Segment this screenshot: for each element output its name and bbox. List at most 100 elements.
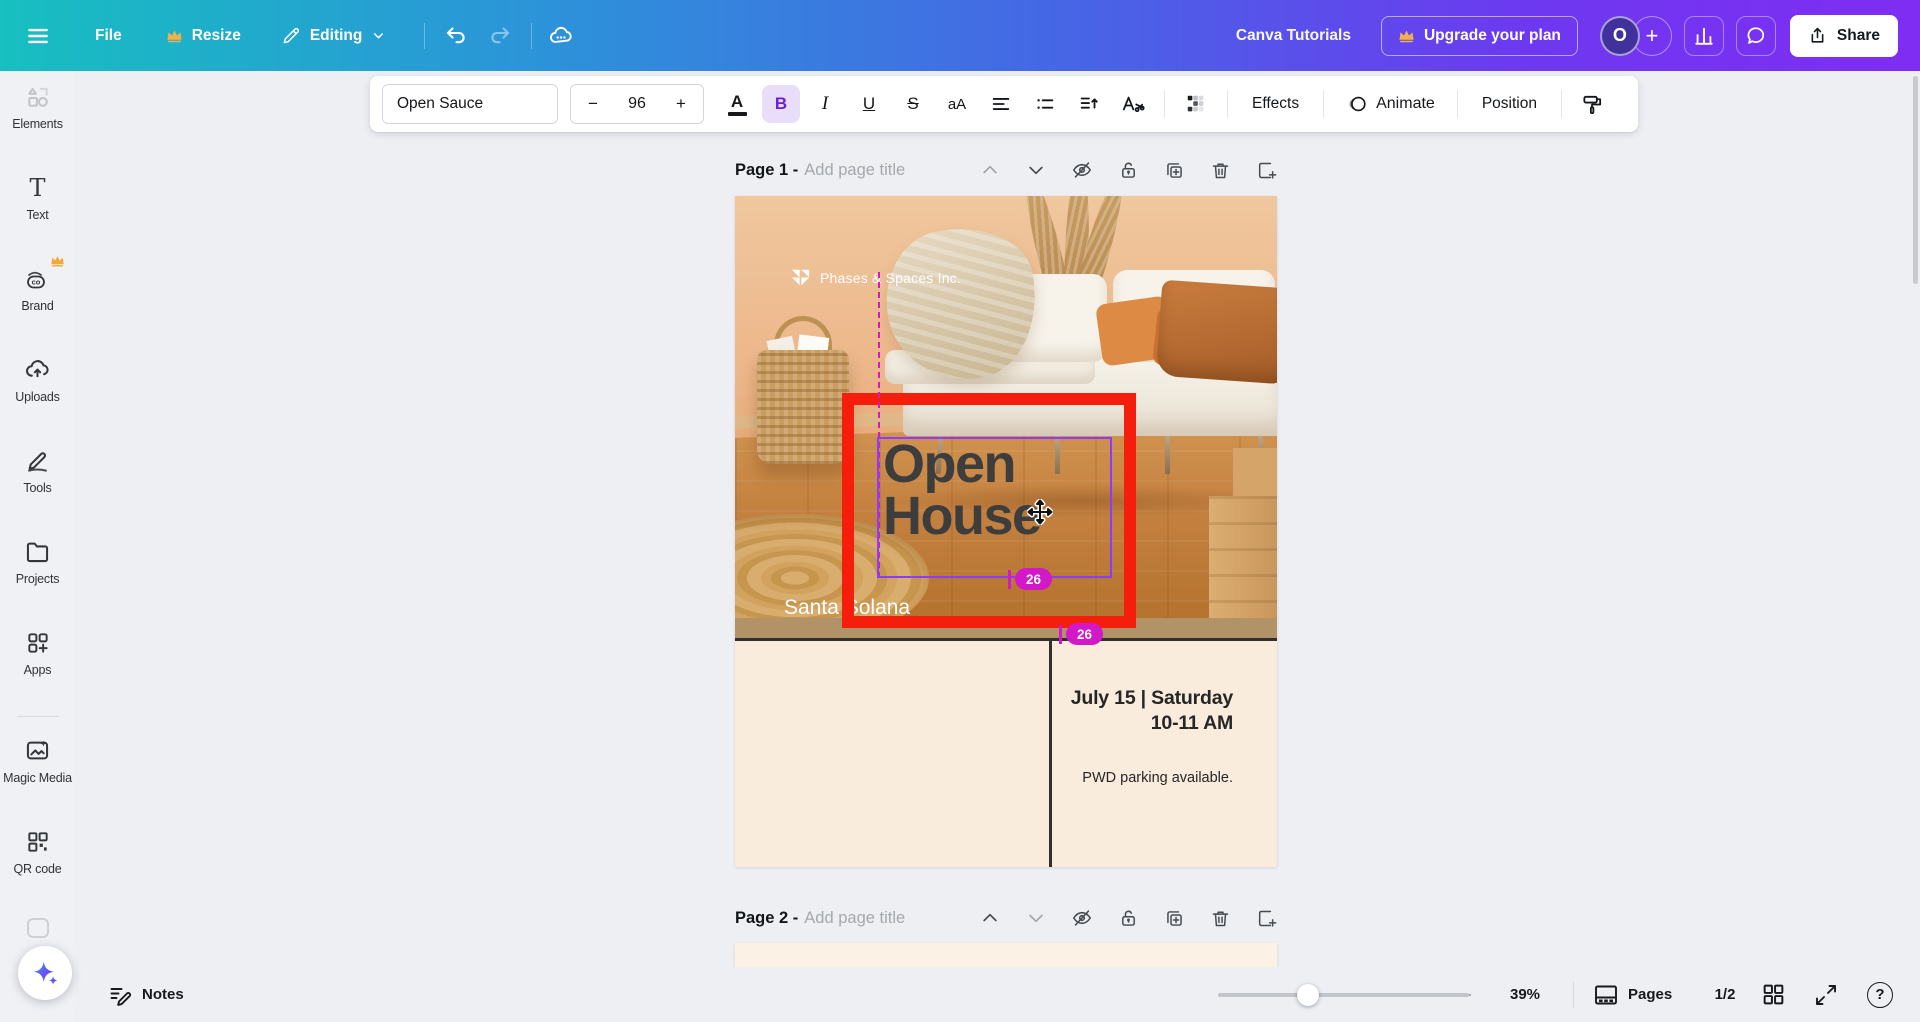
undo-icon xyxy=(444,24,468,48)
eye-off-icon xyxy=(1071,907,1093,929)
duplicate-page-button[interactable] xyxy=(1163,159,1185,181)
text-color-letter: A xyxy=(731,93,743,110)
trash-icon xyxy=(1210,908,1231,929)
underline-button[interactable]: U xyxy=(850,85,888,123)
text-settings-button[interactable] xyxy=(1114,85,1152,123)
bold-button[interactable]: B xyxy=(762,85,800,123)
zoom-slider-track[interactable] xyxy=(1218,993,1469,997)
page2-canvas[interactable] xyxy=(735,943,1277,969)
divider xyxy=(424,23,425,49)
zoom-level[interactable]: 39% xyxy=(1480,967,1570,1022)
font-size-increase-button[interactable]: + xyxy=(672,94,690,114)
list-button[interactable] xyxy=(1026,85,1064,123)
main-menu-button[interactable] xyxy=(21,19,55,53)
spacing-button[interactable] xyxy=(1070,85,1108,123)
design-brand-lockup[interactable]: Phases & Spaces Inc. xyxy=(790,268,961,287)
design-parking-note[interactable]: PWD parking available. xyxy=(1082,770,1233,786)
upload-cloud-icon xyxy=(24,356,51,383)
transparency-button[interactable] xyxy=(1177,85,1215,123)
redo-button[interactable] xyxy=(483,19,517,53)
page1-title[interactable]: Page 1 - Add page title xyxy=(735,161,905,180)
sidebar-item-projects[interactable]: Projects xyxy=(0,526,75,617)
chevron-down-icon xyxy=(1026,908,1046,928)
hamburger-icon xyxy=(25,23,51,49)
sidebar-item-tools[interactable]: Tools xyxy=(0,435,75,526)
canva-assistant-button[interactable] xyxy=(18,946,72,1000)
copy-style-button[interactable] xyxy=(1574,85,1612,123)
current-color-swatch xyxy=(728,112,747,116)
sidebar-item-magic-media[interactable]: Magic Media xyxy=(0,725,75,816)
move-page-down-button[interactable] xyxy=(1025,159,1047,181)
page2-title[interactable]: Page 2 - Add page title xyxy=(735,909,905,928)
delete-page-button[interactable] xyxy=(1209,159,1231,181)
resize-button[interactable]: Resize xyxy=(166,27,241,45)
duplicate-page-button[interactable] xyxy=(1163,907,1185,929)
move-page-up-button[interactable] xyxy=(979,907,1001,929)
file-menu-button[interactable]: File xyxy=(95,27,122,45)
cream-section xyxy=(735,641,1277,867)
italic-glyph: I xyxy=(822,93,828,115)
animate-button[interactable]: Animate xyxy=(1336,93,1445,115)
upgrade-plan-button[interactable]: Upgrade your plan xyxy=(1381,16,1578,56)
selection-bounding-box[interactable] xyxy=(877,437,1112,578)
page1-header: Page 1 - Add page title xyxy=(735,155,1277,185)
page1-canvas[interactable]: Phases & Spaces Inc. Santa Solana July 1… xyxy=(735,196,1277,867)
lock-page-button[interactable] xyxy=(1117,907,1139,929)
folder-icon xyxy=(24,538,51,565)
grid-view-button[interactable] xyxy=(1761,967,1786,1022)
page-title-placeholder[interactable]: Add page title xyxy=(804,909,905,928)
alignment-button[interactable] xyxy=(982,85,1020,123)
share-button[interactable]: Share xyxy=(1790,15,1898,57)
add-page-button[interactable] xyxy=(1255,907,1277,929)
sidebar-item-uploads[interactable]: Uploads xyxy=(0,344,75,435)
sidebar-item-text[interactable]: T Text xyxy=(0,162,75,253)
strikethrough-button[interactable]: S xyxy=(894,85,932,123)
font-size-value[interactable]: 96 xyxy=(628,95,646,113)
font-family-selector[interactable]: Open Sauce xyxy=(382,84,558,124)
underline-glyph: U xyxy=(863,94,875,114)
design-datetime-text[interactable]: July 15 | Saturday 10-11 AM xyxy=(1071,686,1233,735)
avatar[interactable]: O xyxy=(1600,16,1640,56)
sidebar-item-elements[interactable]: Elements xyxy=(0,71,75,162)
font-size-decrease-button[interactable]: − xyxy=(584,94,602,114)
effects-button[interactable]: Effects xyxy=(1240,95,1311,113)
cloud-sync-button[interactable] xyxy=(544,19,578,53)
workspace-scrollbar[interactable] xyxy=(1913,76,1918,284)
sidebar-item-qr-code[interactable]: QR code xyxy=(0,816,75,907)
hide-page-button[interactable] xyxy=(1071,907,1093,929)
font-size-stepper: − 96 + xyxy=(570,84,704,124)
pages-icon xyxy=(1593,983,1619,1007)
sidebar-label: Uploads xyxy=(15,390,59,404)
sidebar-item-apps[interactable]: Apps xyxy=(0,617,75,708)
brown-throw xyxy=(1156,280,1277,385)
insights-button[interactable] xyxy=(1684,16,1724,56)
zoom-slider-knob[interactable] xyxy=(1297,984,1319,1006)
page-title-placeholder[interactable]: Add page title xyxy=(804,161,905,180)
sidebar-label: Elements xyxy=(12,117,63,131)
sidebar-item-brand[interactable]: co Brand xyxy=(0,253,75,344)
wicker-basket xyxy=(757,346,849,464)
undo-button[interactable] xyxy=(439,19,473,53)
pages-panel-button[interactable]: Pages xyxy=(1593,967,1672,1022)
move-page-down-button[interactable] xyxy=(1025,907,1047,929)
editing-mode-dropdown[interactable]: Editing xyxy=(281,26,387,46)
help-button[interactable]: ? xyxy=(1867,967,1893,1022)
notes-button[interactable]: Notes xyxy=(108,967,184,1022)
italic-button[interactable]: I xyxy=(806,85,844,123)
sidebar-label: Apps xyxy=(24,663,52,677)
document-title[interactable]: Canva Tutorials xyxy=(1236,27,1351,45)
hide-page-button[interactable] xyxy=(1071,159,1093,181)
delete-page-button[interactable] xyxy=(1209,907,1231,929)
text-color-button[interactable]: A xyxy=(718,85,756,123)
position-button[interactable]: Position xyxy=(1470,95,1549,113)
notes-label: Notes xyxy=(142,986,184,1003)
text-case-button[interactable]: aA xyxy=(938,85,976,123)
comments-button[interactable] xyxy=(1736,16,1776,56)
lock-page-button[interactable] xyxy=(1117,159,1139,181)
object-panel-sidebar: Elements T Text co Brand Uploads Tools P… xyxy=(0,71,75,1022)
add-page-button[interactable] xyxy=(1255,159,1277,181)
zoom-slider[interactable] xyxy=(1218,967,1469,1022)
move-cursor xyxy=(1027,499,1053,525)
fullscreen-button[interactable] xyxy=(1814,967,1838,1022)
move-page-up-button[interactable] xyxy=(979,159,1001,181)
